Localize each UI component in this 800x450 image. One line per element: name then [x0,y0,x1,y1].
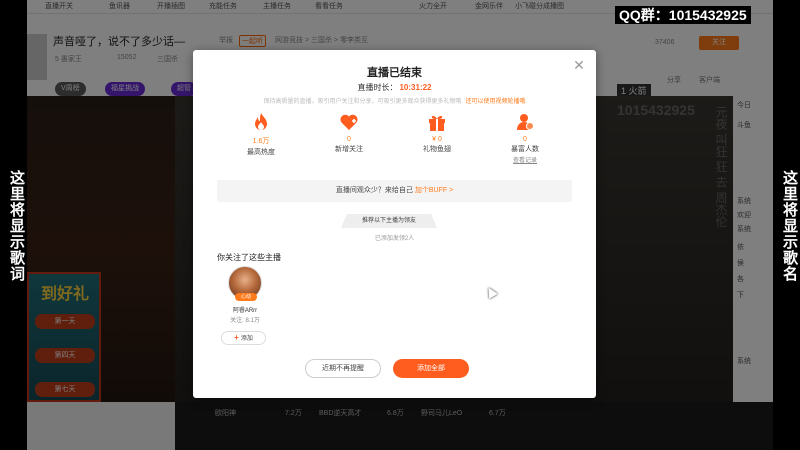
view-records-link[interactable]: 查看记录 [485,155,565,164]
stat-value: 0 [523,136,527,143]
video-carousel-link[interactable]: 还可以使用视频轮播哦 [466,99,526,105]
duration-value: 10:31:22 [399,83,432,92]
recommend-streamers-tab[interactable]: 推荐以下主播为领友 [341,214,437,228]
stream-duration: 直播时长： 10:31:22 [193,82,596,93]
buff-banner: 直播间观众少？来给自己 加个BUFF > [217,180,572,202]
stat-label: 礼物鱼翅 [423,146,451,153]
stat-rich-users: 0 暴富人数 查看记录 [485,112,565,164]
stream-tip: 保持高质量的直播，吸引用户关注和分享，可吸引更多观众获得更多礼物哦 还可以使用视频… [193,96,596,105]
gift-icon [429,115,445,131]
add-buff-link[interactable]: 加个BUFF > [415,187,453,194]
followed-streamers-heading: 你关注了这些主播 [217,253,281,262]
stat-gift-fins: ¥ 0 礼物鱼翅 [397,112,477,154]
add-button-label: 添加 [240,336,253,342]
add-streamer-button[interactable]: + 添加 [221,331,266,345]
qq-group-banner: QQ群：1015432925 [615,6,751,24]
collect-status: 已添加发领2人 [374,236,415,242]
dont-remind-button[interactable]: 近期不再提醒 [305,359,381,378]
streamer-name: 阿睿ARrr [232,308,258,314]
stat-label: 新增关注 [335,146,363,153]
stat-label: 暴富人数 [511,146,539,153]
dialog-title: 直播已结束 [367,67,422,79]
stat-peak-heat: 1.6万 最高热度 [221,112,301,157]
fans-icon [517,114,534,130]
stream-stats: 1.6万 最高热度 0 新增关注 ¥ 0 礼物鱼翅 0 暴富人数 查看记录 [193,112,596,172]
stream-ended-dialog: ✕ 直播已结束 直播时长： 10:31:22 保持高质量的直播，吸引用户关注和分享… [193,50,596,398]
avatar[interactable]: 心动 [228,266,262,301]
streamer-follower-count: 关注: 8.1万 [230,318,260,324]
lyrics-caption-bar: 这里将显示歌词 [0,0,27,450]
buff-text: 直播间观众少？来给自己 [335,187,413,194]
stat-value: 1.6万 [252,138,270,145]
stat-value: 0 [347,136,351,143]
tip-text: 保持高质量的直播，吸引用户关注和分享，可吸引更多观众获得更多礼物哦 [263,99,462,105]
streamer-card[interactable]: 心动 阿睿ARrr 关注: 8.1万 [223,266,267,324]
add-all-button[interactable]: 添加全部 [393,359,469,378]
fire-icon [255,113,267,130]
duration-label: 直播时长： [357,83,398,92]
song-name-caption-bar: 这里将显示歌名 [773,0,800,450]
avatar-badge: 心动 [235,293,257,301]
heart-plus-icon [340,114,358,130]
stat-label: 最高热度 [247,149,275,156]
stat-new-follows: 0 新增关注 [309,112,389,154]
stat-value: ¥ 0 [432,136,442,143]
plus-icon: + [234,333,239,342]
